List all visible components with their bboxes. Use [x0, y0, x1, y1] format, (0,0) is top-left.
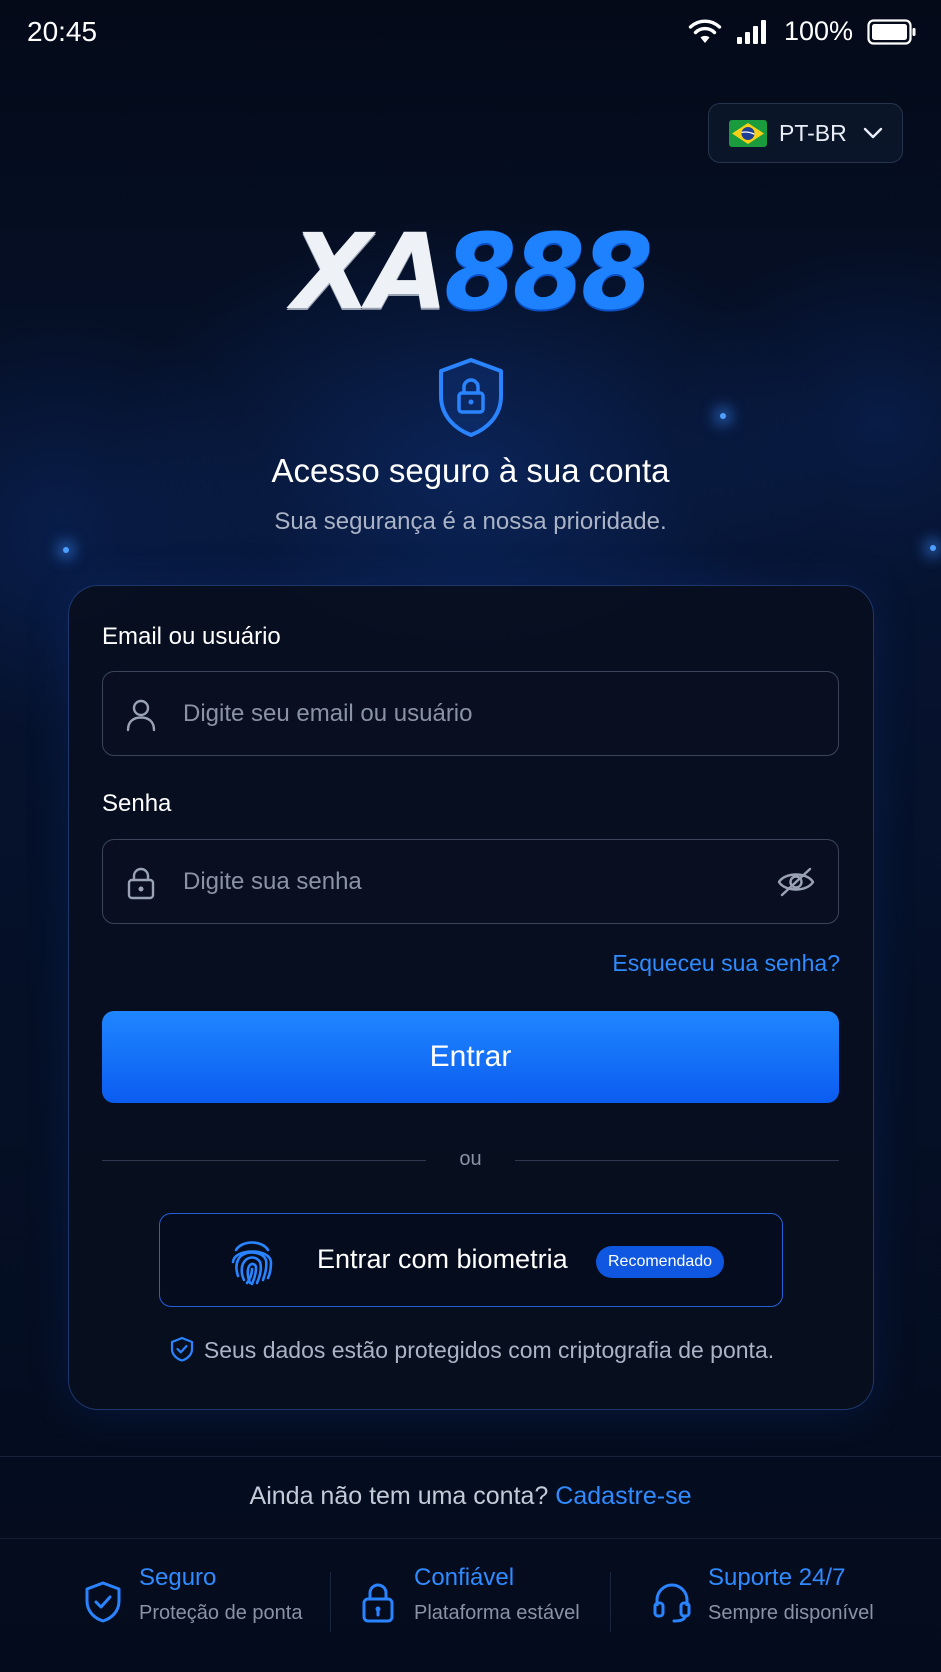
email-field-container: [102, 671, 839, 756]
headset-icon: [653, 1583, 691, 1623]
cellular-signal-icon: [736, 19, 766, 44]
feature-title: Suporte 24/7: [708, 1564, 846, 1591]
decorative-glow: [720, 413, 726, 419]
decorative-glow: [63, 547, 69, 553]
or-divider: ou: [102, 1146, 839, 1176]
status-time: 20:45: [27, 16, 98, 47]
status-icons: 100%: [688, 16, 917, 47]
battery-percent: 100%: [783, 16, 853, 46]
language-label: PT-BR: [779, 119, 847, 146]
email-input[interactable]: [183, 672, 743, 755]
feature-subtitle: Proteção de ponta: [139, 1602, 303, 1624]
divider-text: ou: [459, 1148, 482, 1170]
status-bar: 20:45 100%: [0, 0, 941, 68]
section-divider: [0, 1538, 941, 1539]
feature-title: Seguro: [139, 1564, 217, 1591]
feature-subtitle: Sempre disponível: [708, 1602, 874, 1624]
login-card: Email ou usuário Senha Esqueceu sua senh…: [68, 585, 874, 1410]
logo-text-888: 888: [444, 211, 653, 333]
battery-icon: [867, 18, 916, 45]
brand-logo: XA888: [0, 220, 941, 324]
forgot-password-link[interactable]: Esqueceu sua senha?: [612, 950, 840, 977]
signup-prompt: Ainda não tem uma conta? Cadastre-se: [0, 1482, 941, 1511]
page-subtitle: Sua segurança é a nossa prioridade.: [274, 508, 667, 535]
biometric-login-button[interactable]: Entrar com biometria Recomendado: [159, 1213, 783, 1307]
shield-check-icon: [170, 1336, 193, 1362]
feature-divider: [610, 1572, 611, 1632]
page-title: Acesso seguro à sua conta: [271, 452, 670, 489]
lock-icon: [127, 867, 155, 900]
chevron-down-icon: [863, 127, 882, 139]
shield-check-icon: [85, 1581, 121, 1623]
user-icon: [126, 699, 156, 732]
feature-divider: [330, 1572, 331, 1632]
biometric-label: Entrar com biometria: [317, 1244, 568, 1274]
decorative-glow: [930, 545, 936, 551]
feature-title: Confiável: [414, 1564, 515, 1591]
language-selector[interactable]: PT-BR: [708, 103, 903, 163]
security-note-text: Seus dados estão protegidos com criptogr…: [203, 1337, 775, 1363]
logo-text-xa: XA: [291, 211, 449, 333]
signup-prompt-text: Ainda não tem uma conta?: [249, 1482, 549, 1510]
signup-link[interactable]: Cadastre-se: [555, 1482, 691, 1510]
security-note: Seus dados estão protegidos com criptogr…: [69, 1336, 875, 1364]
brazil-flag-icon: [729, 119, 767, 147]
email-label: Email ou usuário: [102, 623, 281, 650]
recommended-badge: Recomendado: [596, 1246, 725, 1278]
feature-subtitle: Plataforma estável: [414, 1602, 580, 1624]
fingerprint-icon: [231, 1241, 273, 1286]
lock-icon: [362, 1583, 394, 1623]
password-field-container: [102, 839, 839, 924]
login-screen: 20:45 100% PT-BR XA888 Acesso seguro à s…: [0, 0, 941, 1672]
section-divider: [0, 1456, 941, 1457]
eye-off-icon[interactable]: [776, 866, 816, 898]
wifi-icon: [688, 19, 722, 43]
password-input[interactable]: [183, 840, 743, 923]
login-button[interactable]: Entrar: [102, 1011, 839, 1103]
shield-lock-icon: [439, 358, 503, 437]
password-label: Senha: [102, 790, 172, 817]
